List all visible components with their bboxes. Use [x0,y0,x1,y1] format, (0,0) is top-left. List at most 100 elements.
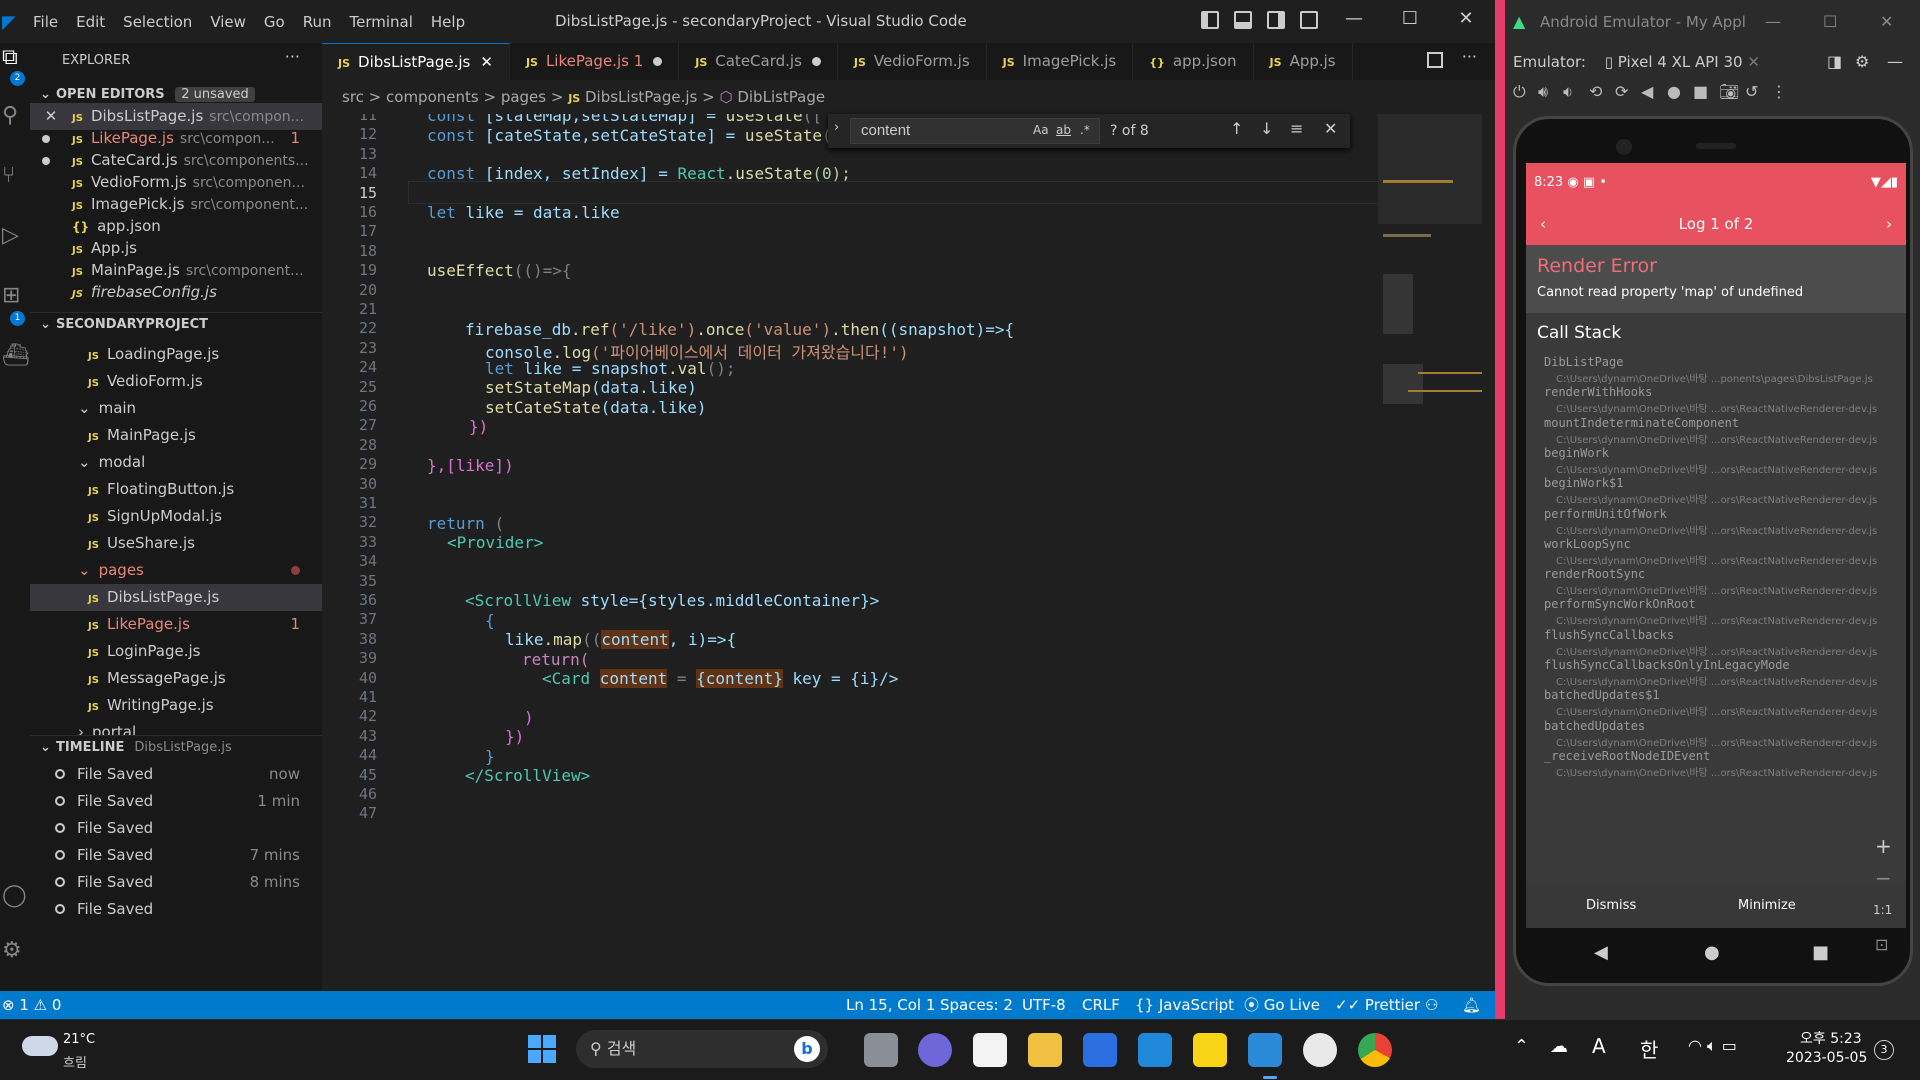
callstack-frame[interactable]: batchedUpdates C:\Users\dynam\OneDrive\바탕… [1544,719,1894,749]
breadcrumb-item[interactable]: src [342,88,364,106]
notifications-bell-icon[interactable]: 🔔︎ [1462,991,1481,1019]
prettier-button[interactable]: ✓✓ Prettier [1335,991,1420,1019]
camera-icon[interactable]: 📷︎ [1719,82,1739,101]
breadcrumb-item[interactable]: components [386,88,479,106]
minimap[interactable] [1378,114,1482,991]
callstack-frame[interactable]: renderWithHooks C:\Users\dynam\OneDrive\바… [1544,385,1894,415]
start-icon[interactable] [528,1035,556,1063]
tree-file[interactable]: JS DibsListPage.js [30,584,322,611]
snapshot-icon[interactable]: ↺ [1745,82,1758,101]
callstack-frame[interactable]: batchedUpdates$1 C:\Users\dynam\OneDrive\… [1544,688,1894,718]
match-case-icon[interactable]: Aa [1033,123,1049,137]
previous-log-icon[interactable]: ‹ [1540,203,1546,245]
timeline-item[interactable]: File Saved 7 mins [30,842,322,869]
rotate-right-icon[interactable]: ⟳ [1615,82,1628,101]
tree-file[interactable]: JS MessagePage.js [30,665,322,692]
volume-up-icon[interactable]: 🔊︎ [1538,82,1548,102]
tree-folder[interactable]: › portal [30,719,322,735]
callstack-frame[interactable]: _receiveRootNodeIDEvent C:\Users\dynam\On… [1544,749,1894,779]
notification-badge[interactable]: 3 [1874,1040,1894,1060]
maximize-button[interactable]: ☐ [1823,0,1837,44]
next-match-icon[interactable]: ↓ [1260,119,1273,138]
tree-file[interactable]: JS LoginPage.js [30,638,322,665]
zoom-out-icon[interactable]: − [1875,866,1892,890]
toggle-secondary-sidebar-icon[interactable] [1267,11,1285,29]
run-debug-icon[interactable]: ▷ [0,223,30,263]
zoom-actual-size[interactable]: 1:1 [1873,903,1892,917]
minimize-icon[interactable]: — [1887,44,1903,80]
tree-file[interactable]: JS UseShare.js [30,530,322,557]
menu-file[interactable]: File [24,13,67,31]
zoom-in-icon[interactable]: + [1875,834,1892,858]
ime-mode[interactable]: A [1592,1034,1606,1058]
ime-language[interactable]: 한 [1640,1034,1658,1063]
menu-run[interactable]: Run [294,13,341,31]
microsoft-store-icon[interactable] [973,1033,1007,1067]
recents-icon[interactable]: ■ [1812,942,1829,963]
tray-overflow-icon[interactable]: ⌃ [1514,1036,1529,1057]
callstack-frame[interactable]: workLoopSync C:\Users\dynam\OneDrive\바탕 .… [1544,537,1894,567]
tab-appjson[interactable]: {} app.json [1133,43,1254,80]
close-icon[interactable]: ✕ [480,53,493,71]
callstack-frame[interactable]: performSyncWorkOnRoot C:\Users\dynam\OneD… [1544,597,1894,627]
indentation-status[interactable]: Spaces: 2 [940,991,1013,1019]
weather-temp[interactable]: 21°C [63,1032,95,1047]
more-actions-icon[interactable]: ⋮ [1771,82,1787,101]
callstack-frame[interactable]: beginWork C:\Users\dynam\OneDrive\바탕 ...o… [1544,446,1894,476]
callstack-frame[interactable]: renderRootSync C:\Users\dynam\OneDrive\바탕… [1544,567,1894,597]
chrome-icon[interactable] [1358,1033,1392,1067]
home-icon[interactable]: ● [1704,942,1720,963]
settings-gear-icon[interactable]: ⚙ [1855,44,1869,80]
regex-icon[interactable]: .* [1080,123,1090,137]
tab-appjs[interactable]: JS App.js [1254,43,1353,80]
tree-file[interactable]: JS VedioForm.js [30,368,322,395]
problems-status[interactable]: ⊗ 1 ⚠ 0 [2,991,61,1019]
minimize-button[interactable]: Minimize [1738,883,1796,928]
close-button[interactable]: ✕ [1446,8,1486,29]
clock-time[interactable]: 오후 5:23 [1800,1028,1862,1048]
accounts-icon[interactable]: ⚇ [1425,991,1438,1019]
dropbox-icon[interactable] [1083,1033,1117,1067]
file-explorer-icon[interactable] [1028,1033,1062,1067]
toggle-replace-icon[interactable]: › [834,120,839,135]
dismiss-button[interactable]: Dismiss [1586,883,1636,928]
vertical-scrollbar[interactable] [1482,114,1495,991]
go-live-button[interactable]: ⦿ Go Live [1244,991,1320,1019]
callstack-frame[interactable]: flushSyncCallbacksOnlyInLegacyMode C:\Use… [1544,658,1894,688]
home-icon[interactable]: ● [1667,82,1681,101]
tree-file[interactable]: JS WritingPage.js [30,692,322,719]
tab-likepage[interactable]: JS LikePage.js 1 [510,43,680,80]
find-in-selection-icon[interactable]: ≡ [1290,119,1303,138]
whole-word-icon[interactable]: ab [1056,123,1071,137]
overview-icon[interactable]: ■ [1693,82,1708,101]
kakaotalk-icon[interactable] [1193,1033,1227,1067]
source-control-icon[interactable]: ⑂ [0,163,30,203]
encoding-status[interactable]: UTF-8 [1022,991,1066,1019]
taskbar-search[interactable]: ⚲ 검색 b [576,1030,828,1068]
timeline-item[interactable]: File Saved [30,896,322,914]
callstack-frame[interactable]: performUnitOfWork C:\Users\dynam\OneDrive… [1544,507,1894,537]
search-icon[interactable]: ⚲ [0,103,30,143]
timeline-item[interactable]: File Saved 1 min [30,788,322,815]
settings-gear-icon[interactable]: ⚙ [0,938,30,978]
timeline-header[interactable]: ⌄ TIMELINE DibsListPage.js [30,735,322,759]
cursor-position[interactable]: Ln 15, Col 1 [846,991,935,1019]
tree-file[interactable]: JS LoadingPage.js [30,341,322,368]
zoom-fit-icon[interactable]: ⊡ [1875,935,1888,954]
tab-vedioform[interactable]: JS VedioForm.js [838,43,987,80]
back-icon[interactable]: ◀ [1641,82,1653,101]
docker-icon[interactable]: ⛴ [0,343,30,383]
teams-chat-icon[interactable] [918,1033,952,1067]
tab-dibslistpage[interactable]: JS DibsListPage.js ✕ [322,43,510,80]
account-icon[interactable]: ◯ [0,883,30,923]
language-mode[interactable]: {} JavaScript [1135,991,1234,1019]
menu-selection[interactable]: Selection [114,13,201,31]
menu-terminal[interactable]: Terminal [341,13,422,31]
tab-imagepick[interactable]: JS ImagePick.js [987,43,1134,80]
project-header[interactable]: ⌄ SECONDARYPROJECT [30,312,322,336]
toggle-panel-icon[interactable] [1234,11,1252,29]
tree-file[interactable]: JS SignUpModal.js [30,503,322,530]
mail-icon[interactable] [1138,1033,1172,1067]
callstack-frame[interactable]: flushSyncCallbacks C:\Users\dynam\OneDriv… [1544,628,1894,658]
eol-status[interactable]: CRLF [1082,991,1120,1019]
